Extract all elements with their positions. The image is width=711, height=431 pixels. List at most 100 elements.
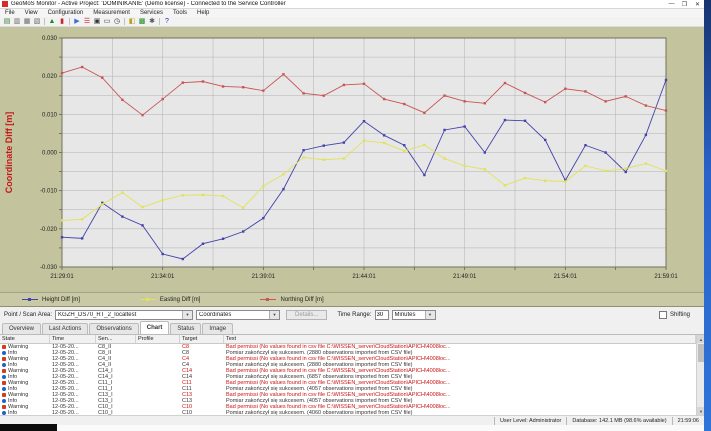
settings-icon[interactable]: ✱ — [147, 17, 157, 26]
chart-legend: Height Diff [m] Easting Diff [m] Northing … — [0, 292, 704, 307]
help-icon[interactable]: ? — [162, 17, 172, 26]
warning-icon — [2, 405, 6, 409]
menu-configuration[interactable]: Configuration — [43, 10, 89, 16]
chevron-down-icon: ▼ — [182, 311, 192, 319]
point-scan-area-label: Point / Scan Area: — [4, 312, 52, 318]
geomos-window: GeoMoS Monitor - Active Project: 'DOMINI… — [0, 0, 704, 431]
tab-status[interactable]: Status — [170, 323, 201, 334]
shifting-label: Shifting — [670, 312, 690, 318]
legend-label: Easting Diff [m] — [160, 297, 201, 303]
tab-bar: OverviewLast ActionsObservationsChartSta… — [0, 322, 704, 335]
window-controls: — ❐ ✕ — [665, 0, 704, 8]
chart-controls-row: Point / Scan Area: KGZH_DS70_RT_2_localt… — [0, 307, 704, 322]
info-icon — [2, 399, 6, 403]
event-log-table: StateTimeSen...ProfileTargetText Warning… — [0, 335, 696, 415]
start-monitoring-icon[interactable]: ▲ — [47, 17, 57, 26]
menu-tools[interactable]: Tools — [168, 10, 192, 16]
chart-panel: 21:29:0121:34:0121:39:0121:44:0121:49:01… — [0, 27, 704, 292]
info-icon — [2, 411, 6, 415]
svg-text:-0.020: -0.020 — [40, 227, 58, 233]
time-range-label: Time Range: — [337, 312, 371, 318]
user-level-status: User Level: Administrator — [494, 417, 566, 425]
analysis-icon[interactable]: ▩ — [137, 17, 147, 26]
shifting-checkbox[interactable] — [659, 311, 667, 319]
coordinate-diff-chart: 21:29:0121:34:0121:39:0121:44:0121:49:01… — [0, 27, 704, 292]
log-column-header: Sen... — [96, 335, 136, 343]
print-icon[interactable]: ▦ — [22, 17, 32, 26]
svg-text:0.030: 0.030 — [42, 36, 58, 42]
menu-bar: FileViewConfigurationMeasurementServices… — [0, 9, 704, 17]
table-scrollbar[interactable]: ▲ ▼ — [696, 335, 704, 415]
tab-chart[interactable]: Chart — [140, 321, 170, 334]
svg-text:0.000: 0.000 — [42, 151, 58, 157]
taskbar-dark-segment — [0, 424, 57, 431]
shifting-option: Shifting — [659, 311, 690, 319]
chevron-down-icon: ▼ — [269, 311, 279, 319]
warning-icon — [2, 357, 6, 361]
legend-marker-icon — [140, 298, 156, 301]
legend-item-northing: Northing Diff [m] — [260, 297, 323, 303]
legend-item-height: Height Diff [m] — [22, 297, 80, 303]
toolbar-separator — [44, 18, 45, 25]
log-column-header: Target — [180, 335, 224, 343]
titlebar: GeoMoS Monitor - Active Project: 'DOMINI… — [0, 0, 704, 9]
window-title: GeoMoS Monitor - Active Project: 'DOMINI… — [11, 1, 286, 7]
svg-text:-0.010: -0.010 — [40, 189, 58, 195]
chevron-down-icon: ▼ — [425, 311, 435, 319]
menu-file[interactable]: File — [0, 10, 20, 16]
log-column-header: State — [0, 335, 50, 343]
legend-square — [266, 298, 269, 301]
svg-text:0.010: 0.010 — [42, 112, 58, 118]
time-range-input[interactable] — [375, 310, 389, 320]
details-button[interactable]: Details... — [286, 310, 327, 320]
clock-status: 21:59:06 — [672, 417, 704, 425]
view-type-select[interactable]: Coordinates ▼ — [196, 310, 280, 320]
stop-monitoring-icon[interactable]: ▮ — [57, 17, 67, 26]
warning-icon — [2, 381, 6, 385]
database-status: Database: 142.1 MB (98.6% available) — [566, 417, 671, 425]
menu-view[interactable]: View — [20, 10, 43, 16]
menu-help[interactable]: Help — [192, 10, 214, 16]
time-unit-select[interactable]: Minutes ▼ — [392, 310, 436, 320]
svg-text:Coordinate Diff [m]: Coordinate Diff [m] — [4, 112, 14, 194]
toolbar: ▤▥▦▧ ▲▮ ▶☰▣▭◷ ◧▩✱? — [0, 17, 704, 27]
legend-label: Height Diff [m] — [42, 297, 80, 303]
point-select[interactable]: KGZH_DS70_RT_2_localtest ▼ — [55, 310, 193, 320]
svg-text:21:49:01: 21:49:01 — [453, 274, 477, 280]
menu-services[interactable]: Services — [135, 10, 168, 16]
project-icon[interactable]: ▤ — [2, 17, 12, 26]
svg-text:0.020: 0.020 — [42, 74, 58, 80]
chart-view-icon[interactable]: ◧ — [127, 17, 137, 26]
scrollbar-thumb[interactable] — [698, 344, 704, 362]
tab-overview[interactable]: Overview — [2, 323, 41, 334]
toolbar-separator — [69, 18, 70, 25]
legend-label: Northing Diff [m] — [280, 297, 323, 303]
minimize-button[interactable]: — — [665, 0, 678, 8]
report-icon[interactable]: ▧ — [32, 17, 42, 26]
tab-last-actions[interactable]: Last Actions — [42, 323, 88, 334]
sensor-manager-icon[interactable]: ☰ — [82, 17, 92, 26]
warning-icon — [2, 345, 6, 349]
close-button[interactable]: ✕ — [691, 0, 704, 8]
monitor-view-icon[interactable]: ▣ — [92, 17, 102, 26]
menu-measurement[interactable]: Measurement — [88, 10, 135, 16]
info-icon — [2, 351, 6, 355]
log-column-header: Profile — [136, 335, 180, 343]
legend-marker-icon — [22, 298, 38, 301]
run-now-icon[interactable]: ▶ — [72, 17, 82, 26]
maximize-button[interactable]: ❐ — [678, 0, 691, 8]
info-icon — [2, 363, 6, 367]
tab-image[interactable]: Image — [202, 323, 233, 334]
taskbar-strip — [0, 425, 704, 431]
copy-icon[interactable]: ▥ — [12, 17, 22, 26]
scheduler-icon[interactable]: ◷ — [112, 17, 122, 26]
log-column-header: Text — [224, 335, 696, 343]
desktop-background-strip — [704, 0, 711, 431]
warning-icon — [2, 393, 6, 397]
log-table-header: StateTimeSen...ProfileTargetText — [0, 335, 696, 344]
info-icon — [2, 375, 6, 379]
toolbar-separator — [159, 18, 160, 25]
legend-item-easting: Easting Diff [m] — [140, 297, 201, 303]
tab-observations[interactable]: Observations — [89, 323, 138, 334]
window-view-icon[interactable]: ▭ — [102, 17, 112, 26]
